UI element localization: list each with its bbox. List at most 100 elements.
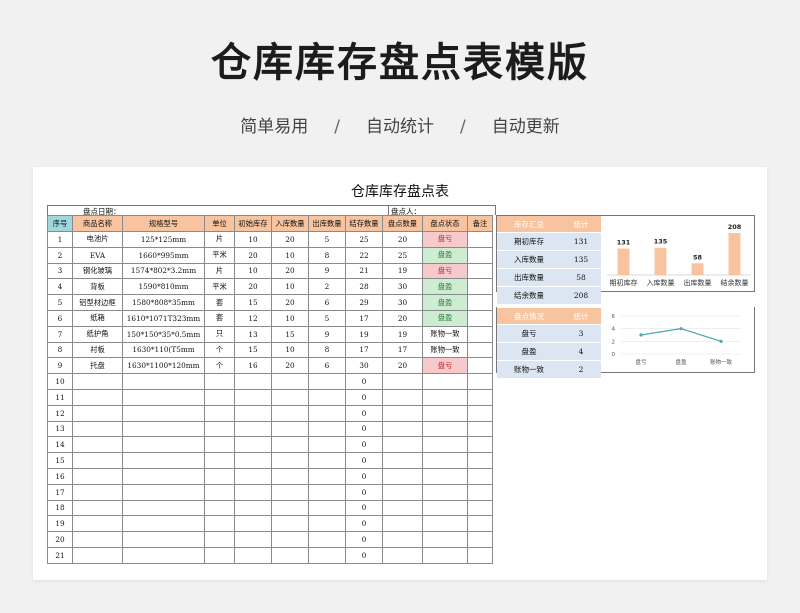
table-cell[interactable]: 16	[47, 467, 73, 485]
table-cell[interactable]	[234, 531, 272, 548]
table-cell[interactable]: 20	[382, 309, 423, 327]
table-cell[interactable]	[467, 294, 493, 311]
table-cell[interactable]: 17	[382, 341, 423, 359]
table-cell[interactable]: 0	[345, 483, 383, 501]
table-cell[interactable]: 18	[47, 499, 73, 517]
table-cell[interactable]: 16	[234, 357, 272, 375]
table-cell[interactable]: 纸护角	[72, 325, 123, 343]
table-cell[interactable]: 19	[382, 325, 423, 343]
table-cell[interactable]	[308, 531, 346, 548]
table-cell[interactable]	[467, 515, 493, 533]
table-cell[interactable]: 9	[308, 262, 346, 280]
table-cell[interactable]: 28	[345, 278, 383, 296]
table-cell[interactable]: 19	[47, 515, 73, 533]
table-cell[interactable]: 20	[234, 246, 272, 264]
table-cell[interactable]: 7	[47, 325, 73, 343]
table-cell[interactable]	[271, 452, 309, 469]
table-cell[interactable]	[72, 499, 123, 517]
table-cell[interactable]: 21	[47, 546, 73, 564]
table-cell[interactable]	[308, 515, 346, 533]
table-cell[interactable]	[308, 452, 346, 469]
table-cell[interactable]	[382, 499, 423, 517]
table-cell[interactable]: 0	[345, 515, 383, 533]
table-cell[interactable]: 1630*1100*120mm	[122, 357, 205, 375]
table-cell[interactable]: 19	[382, 262, 423, 280]
table-cell[interactable]: 0	[345, 420, 383, 438]
table-cell[interactable]	[271, 515, 309, 533]
table-cell[interactable]	[467, 546, 493, 564]
table-cell[interactable]	[234, 452, 272, 469]
table-cell[interactable]: 29	[345, 294, 383, 311]
table-cell[interactable]: 3	[47, 262, 73, 280]
table-cell[interactable]: 30	[382, 294, 423, 311]
table-cell[interactable]: 个	[204, 357, 235, 375]
table-cell[interactable]	[122, 483, 205, 501]
table-cell[interactable]	[467, 341, 493, 359]
table-cell[interactable]: 衬板	[72, 341, 123, 359]
table-cell[interactable]	[122, 467, 205, 485]
table-cell[interactable]: 21	[345, 262, 383, 280]
table-cell[interactable]	[234, 436, 272, 454]
table-cell[interactable]: 只	[204, 325, 235, 343]
table-cell[interactable]: 13	[234, 325, 272, 343]
table-cell[interactable]	[467, 420, 493, 438]
table-cell[interactable]	[308, 388, 346, 406]
table-cell[interactable]	[467, 278, 493, 296]
table-cell[interactable]	[467, 262, 493, 280]
table-cell[interactable]	[271, 404, 309, 422]
table-cell[interactable]	[467, 388, 493, 406]
table-cell[interactable]	[271, 388, 309, 406]
table-cell[interactable]	[72, 404, 123, 422]
table-cell[interactable]: 盘亏	[422, 357, 468, 375]
table-cell[interactable]: 5	[308, 309, 346, 327]
table-cell[interactable]	[204, 420, 235, 438]
table-cell[interactable]	[204, 515, 235, 533]
table-cell[interactable]: 5	[47, 294, 73, 311]
table-cell[interactable]	[72, 420, 123, 438]
table-cell[interactable]: 片	[204, 231, 235, 248]
table-cell[interactable]	[422, 436, 468, 454]
table-cell[interactable]	[122, 452, 205, 469]
table-cell[interactable]	[72, 373, 123, 390]
table-cell[interactable]	[308, 499, 346, 517]
table-cell[interactable]	[72, 531, 123, 548]
table-cell[interactable]	[422, 404, 468, 422]
table-cell[interactable]	[382, 546, 423, 564]
table-cell[interactable]: 10	[234, 262, 272, 280]
table-cell[interactable]: 13	[47, 420, 73, 438]
table-cell[interactable]	[382, 515, 423, 533]
table-cell[interactable]: 6	[308, 357, 346, 375]
table-cell[interactable]	[467, 531, 493, 548]
table-cell[interactable]	[467, 357, 493, 375]
table-cell[interactable]: 0	[345, 499, 383, 517]
table-cell[interactable]	[271, 499, 309, 517]
table-cell[interactable]	[467, 499, 493, 517]
table-cell[interactable]	[271, 420, 309, 438]
table-cell[interactable]	[204, 483, 235, 501]
table-cell[interactable]	[467, 325, 493, 343]
table-cell[interactable]	[204, 404, 235, 422]
table-cell[interactable]	[204, 531, 235, 548]
table-cell[interactable]	[234, 515, 272, 533]
table-cell[interactable]	[122, 436, 205, 454]
table-cell[interactable]	[382, 373, 423, 390]
table-cell[interactable]: 0	[345, 373, 383, 390]
table-cell[interactable]: 盘盈	[422, 309, 468, 327]
table-cell[interactable]	[467, 309, 493, 327]
table-cell[interactable]	[204, 546, 235, 564]
table-cell[interactable]	[308, 420, 346, 438]
table-cell[interactable]: 铝型材边框	[72, 294, 123, 311]
table-cell[interactable]: 1630*110(T5mm	[122, 341, 205, 359]
table-cell[interactable]	[122, 420, 205, 438]
table-cell[interactable]: 8	[47, 341, 73, 359]
table-cell[interactable]: 账物一致	[422, 341, 468, 359]
table-cell[interactable]	[422, 452, 468, 469]
table-cell[interactable]: 20	[382, 357, 423, 375]
table-cell[interactable]	[122, 531, 205, 548]
table-cell[interactable]: 15	[47, 452, 73, 469]
table-cell[interactable]: 125*125mm	[122, 231, 205, 248]
table-cell[interactable]	[382, 404, 423, 422]
table-cell[interactable]: 0	[345, 436, 383, 454]
table-cell[interactable]: 盘盈	[422, 278, 468, 296]
table-cell[interactable]	[234, 388, 272, 406]
